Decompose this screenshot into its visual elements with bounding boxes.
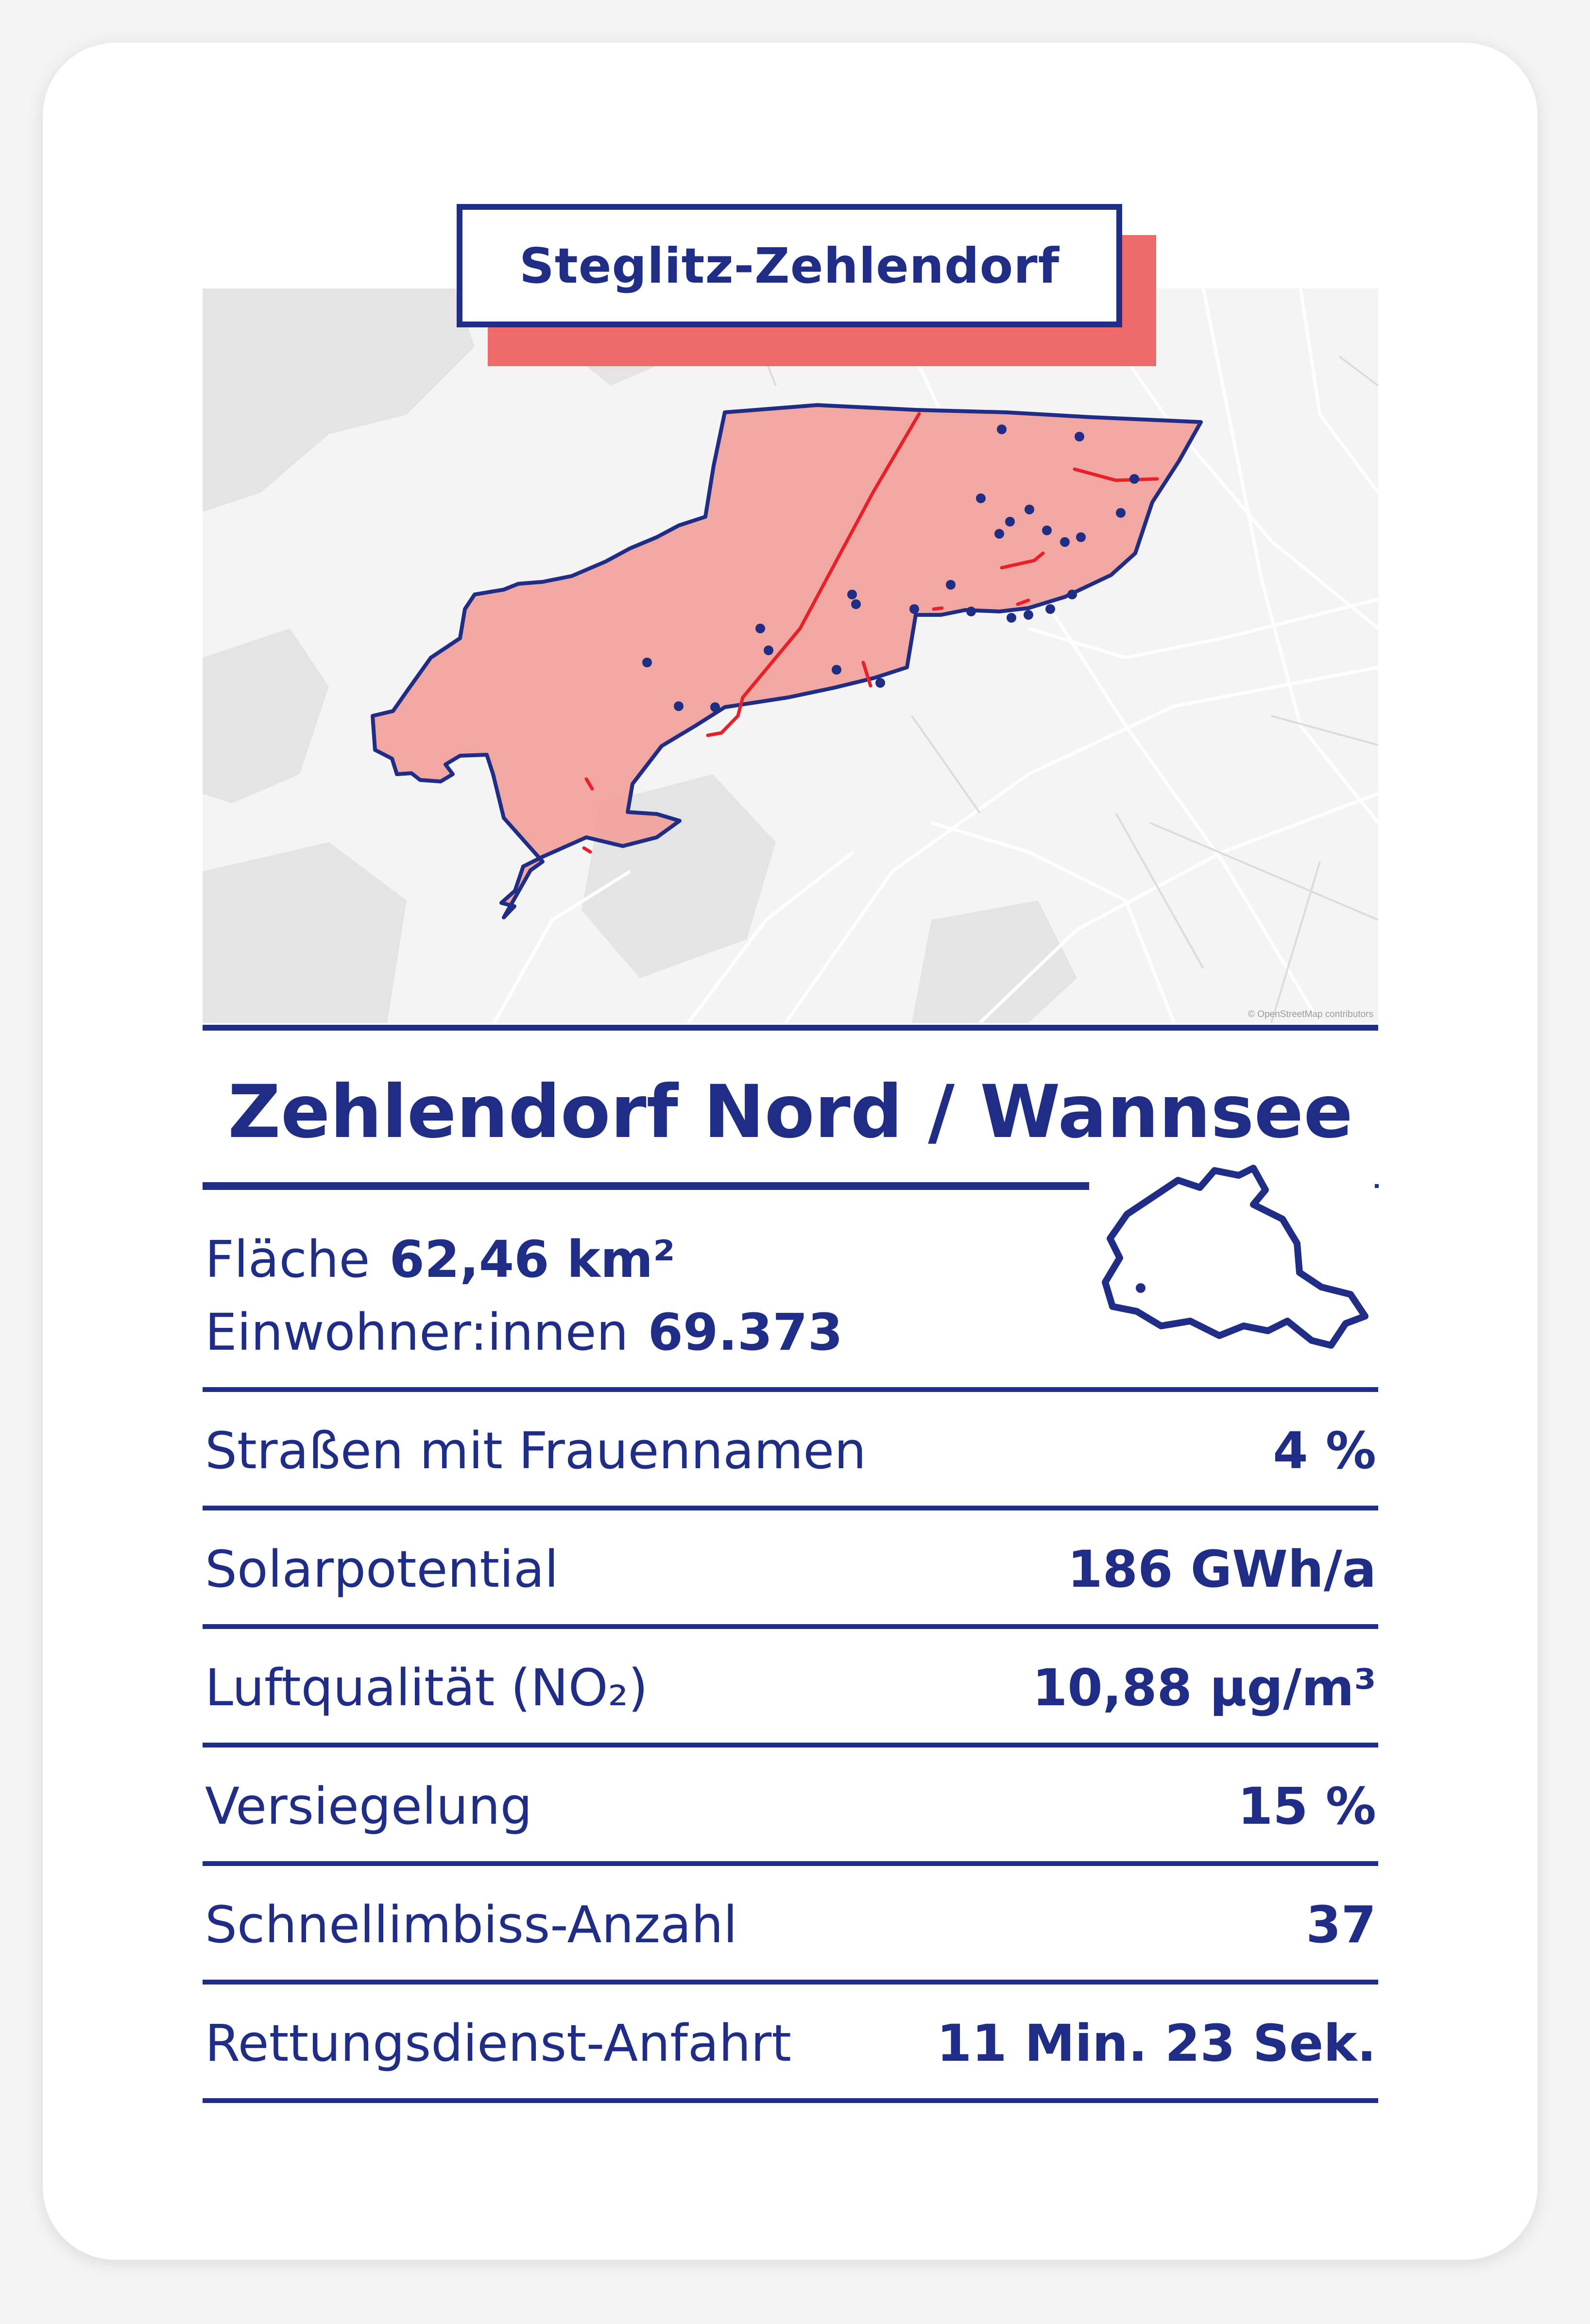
row-divider [203,1624,1378,1629]
area-fact: Fläche 62,46 km² [205,1223,675,1296]
row-divider [203,1743,1378,1747]
stat-row-solar: Solarpotential 186 GWh/a [203,1510,1378,1628]
stat-label: Solarpotential [205,1540,559,1599]
title-rule-tick [1375,1184,1379,1188]
stat-value: 11 Min. 23 Sek. [937,2014,1376,2073]
population-label: Einwohner:innen [205,1303,629,1362]
stat-row-fastfood: Schnellimbiss-Anzahl 37 [203,1866,1378,1984]
stat-row-sealing: Versiegelung 15 % [203,1747,1378,1865]
stat-value: 37 [1306,1895,1376,1954]
row-divider [203,1980,1378,1985]
district-area-map [203,288,1378,1023]
map-credit: © OpenStreetMap contributors [1248,1009,1373,1019]
population-fact: Einwohner:innen 69.373 [205,1296,843,1369]
stat-label: Straßen mit Frauennamen [205,1421,867,1480]
stat-label: Rettungsdienst-Anfahrt [205,2014,792,2073]
stat-value: 4 % [1273,1421,1376,1480]
stat-label: Luftqualität (NO₂) [205,1658,648,1717]
berlin-outline-icon [1102,1165,1368,1349]
stat-label: Versiegelung [205,1777,532,1836]
title-rule [203,1182,1089,1190]
stat-value: 15 % [1237,1777,1376,1836]
page-title: Zehlendorf Nord / Wannsee [228,1070,1353,1154]
stat-label: Schnellimbiss-Anzahl [205,1895,737,1954]
stat-row-ambulance: Rettungsdienst-Anfahrt 11 Min. 23 Sek. [203,1985,1378,2102]
row-divider [203,2098,1378,2103]
row-divider [203,1506,1378,1510]
map-bottom-rule [203,1025,1378,1031]
area-value: 62,46 km² [389,1230,675,1289]
population-value: 69.373 [648,1303,843,1362]
stat-row-air-quality: Luftqualität (NO₂) 10,88 µg/m³ [203,1629,1378,1747]
stat-value: 186 GWh/a [1067,1540,1376,1599]
area-label: Fläche [205,1230,370,1289]
district-label: Steglitz-Zehlendorf [457,204,1122,327]
row-divider [203,1861,1378,1866]
stat-row-streets: Straßen mit Frauennamen 4 % [203,1392,1378,1510]
district-map: © OpenStreetMap contributors [203,288,1378,1023]
stat-value: 10,88 µg/m³ [1032,1658,1376,1717]
facts-rule [203,1387,1378,1392]
